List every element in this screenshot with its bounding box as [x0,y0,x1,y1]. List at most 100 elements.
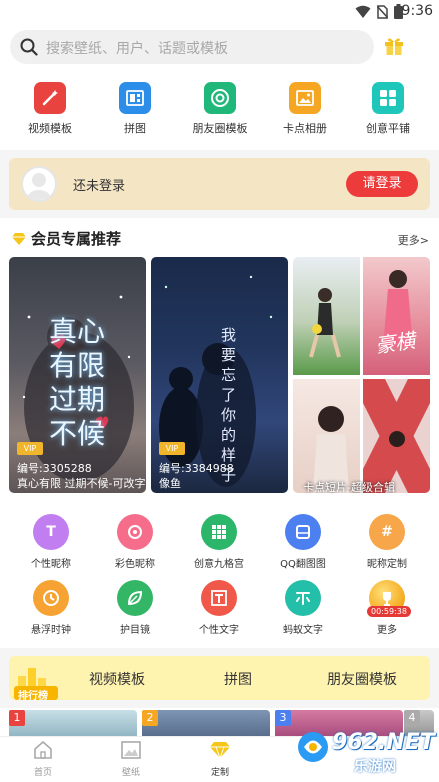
ranking-item[interactable]: 2 [142,710,270,738]
feature-grid: T 个性昵称 彩色昵称 创意九格宫 QQ翻图图 # 昵称定制 悬浮时钟 护目镜 [0,508,439,648]
category-row: 视频模板 拼图 朋友圈模板 卡点相册 创意平铺 [0,70,439,150]
text-frame-icon [201,580,237,616]
feature-label: 更多 [377,625,397,636]
no-sim-icon [376,4,389,23]
login-banner[interactable]: 还未登录 请登录 [9,158,430,210]
card-name: 像鱼 [159,477,181,490]
search-input[interactable]: 搜索壁纸、用户、话题或模板 [10,30,374,64]
puzzle-icon [119,82,151,114]
login-button[interactable]: 请登录 [346,171,418,197]
category-puzzle[interactable]: 拼图 [105,82,165,136]
status-bar: 9:36 [0,0,439,24]
nav-label: 壁纸 [121,768,140,778]
countdown-timer: 00:59:38 [367,606,411,617]
category-label: 创意平铺 [366,122,410,135]
feature-label: 彩色昵称 [115,559,155,570]
rank-number: 3 [275,710,291,726]
feature-ant-text[interactable]: 蚂蚁文字 [268,580,338,636]
more-link[interactable]: 更多> [398,232,429,248]
search-icon [20,38,38,60]
category-label: 视频模板 [28,122,72,135]
diamond-icon [12,230,26,249]
watermark-sub: 乐游网 [354,759,396,775]
login-status: 还未登录 [73,179,126,194]
feature-label: 蚂蚁文字 [283,625,323,636]
ranking-tab-moments[interactable]: 朋友圈模板 [327,669,397,689]
moments-icon [204,82,236,114]
ranking-tab-video[interactable]: 视频模板 [89,669,145,689]
feature-nickname-custom[interactable]: # 昵称定制 [352,514,422,570]
nav-custom[interactable]: 定制 [195,741,245,778]
watermark-logo: 962.NET 乐游网 [296,728,436,778]
category-moments-template[interactable]: 朋友圈模板 [190,82,250,136]
vip-card[interactable]: 我要忘了你的样子 VIP 编号:3384988 像鱼 [151,257,288,493]
ranking-strip: 排行榜 视频模板 拼图 朋友圈模板 [9,656,430,702]
ranking-tab-puzzle[interactable]: 拼图 [224,669,252,689]
category-label: 朋友圈模板 [192,122,248,135]
grid-photo: 豪横 [363,257,430,375]
ranking-item[interactable]: 1 [9,710,137,738]
feature-floating-clock[interactable]: 悬浮时钟 [16,580,86,636]
grid-overlay-text: 豪横 [373,328,417,358]
rank-number: 4 [404,710,420,726]
clock-time: 9:36 [401,3,433,19]
feature-label: 昵称定制 [367,559,407,570]
color-palette-icon [117,514,153,550]
nav-label: 首页 [33,768,52,778]
watermark-brand: 962.NET [332,730,435,755]
category-video-template[interactable]: 视频模板 [20,82,80,136]
leaf-icon [117,580,153,616]
nav-label: 定制 [210,768,229,778]
ant-text-icon [285,580,321,616]
feature-nine-grid[interactable]: 创意九格宫 [184,514,254,570]
feature-label: 悬浮时钟 [31,625,71,636]
feature-custom-text[interactable]: 个性文字 [184,580,254,636]
nav-home[interactable]: 首页 [18,740,68,778]
category-label: 拼图 [124,122,146,135]
feature-label: 个性文字 [199,625,239,636]
feature-label: 创意九格宫 [194,559,244,570]
rank-number: 1 [9,710,25,726]
feature-qq-flip[interactable]: QQ翻图图 [268,514,338,570]
grid-photo [293,257,360,375]
search-row: 搜索壁纸、用户、话题或模板 [0,24,439,70]
vip-recommend-section: 会员专属推荐 更多> 真心有限过期不候 VIP 编号:3305288 真心有限 … [0,218,439,508]
wifi-icon [355,4,371,23]
card-number: 编号:3384988 [159,462,234,475]
grid-photo [293,379,360,493]
flip-image-icon [285,514,321,550]
home-icon [33,740,53,763]
feature-label: 护目镜 [120,625,150,636]
category-creative-tile[interactable]: 创意平铺 [358,82,418,136]
card-name: 真心有限 过期不候-可改字 [17,477,146,490]
magic-wand-icon [34,82,66,114]
card-overlay-text: 真心有限过期不候 [49,315,106,450]
rank-number: 2 [142,710,158,726]
avatar [21,166,57,202]
feature-eye-protect[interactable]: 护目镜 [100,580,170,636]
nine-grid-icon [201,514,237,550]
photo-album-icon [289,82,321,114]
feature-color-nickname[interactable]: 彩色昵称 [100,514,170,570]
grid-photo [363,379,430,493]
wallpaper-icon [121,741,141,763]
vip-badge: VIP [17,442,43,455]
category-photo-album[interactable]: 卡点相册 [275,82,335,136]
vip-grid-card[interactable]: 豪横 卡点短片-超级合辑 [293,257,430,493]
clock-icon [33,580,69,616]
search-placeholder: 搜索壁纸、用户、话题或模板 [46,41,228,57]
feature-label: 个性昵称 [31,559,71,570]
nav-wallpaper[interactable]: 壁纸 [106,741,156,778]
grid-icon [372,82,404,114]
card-number: 编号:3305288 [17,462,92,475]
ranking-badge[interactable]: 排行榜 [14,664,68,702]
feature-nickname[interactable]: T 个性昵称 [16,514,86,570]
diamond-icon [210,742,230,763]
grid-caption: 卡点短片-超级合辑 [303,481,395,493]
category-label: 卡点相册 [283,122,327,135]
vip-card[interactable]: 真心有限过期不候 VIP 编号:3305288 真心有限 过期不候-可改字 [9,257,146,493]
vip-badge: VIP [159,442,185,455]
gift-icon[interactable] [384,37,404,59]
ranking-badge-label: 排行榜 [18,691,48,702]
section-title: 会员专属推荐 [31,230,122,248]
